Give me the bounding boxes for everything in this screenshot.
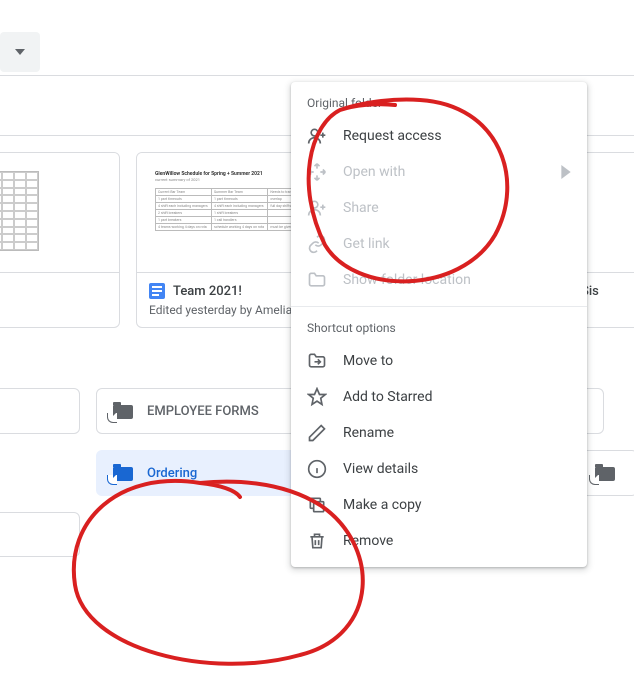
file-thumbnail: [0, 153, 119, 273]
menu-label: Make a copy: [343, 497, 571, 513]
pencil-icon: [307, 423, 327, 443]
menu-label: Show folder location: [343, 272, 571, 288]
file-title: Team 2021!: [173, 284, 242, 299]
folder-label: Ordering: [147, 466, 197, 481]
menu-divider: [291, 306, 587, 307]
menu-label: Request access: [343, 128, 571, 144]
caret-down-icon: [15, 49, 25, 55]
google-doc-icon: [149, 283, 165, 299]
menu-rename[interactable]: Rename: [291, 415, 587, 451]
menu-request-access[interactable]: Request access: [291, 118, 587, 154]
open-with-icon: [307, 162, 327, 182]
menu-label: Add to Starred: [343, 389, 571, 405]
person-add-icon: [307, 126, 327, 146]
menu-get-link: Get link: [291, 226, 587, 262]
copy-icon: [307, 495, 327, 515]
menu-add-starred[interactable]: Add to Starred: [291, 379, 587, 415]
info-icon: [307, 459, 327, 479]
folder-icon: [307, 270, 327, 290]
shortcut-folder-icon: [113, 465, 133, 481]
move-to-icon: [307, 351, 327, 371]
menu-open-with: Open with: [291, 154, 587, 190]
folder-label: EMPLOYEE FORMS: [147, 404, 259, 419]
menu-remove[interactable]: Remove: [291, 523, 587, 559]
menu-label: Get link: [343, 236, 571, 252]
folder-chip[interactable]: ocuments: [0, 512, 80, 557]
menu-move-to[interactable]: Move to: [291, 343, 587, 379]
menu-label: Move to: [343, 353, 571, 369]
menu-section-header: Original folder: [291, 90, 587, 118]
file-subtitle: Cindy Ra...: [0, 302, 107, 316]
link-icon: [307, 234, 327, 254]
share-icon: [307, 198, 327, 218]
menu-label: Rename: [343, 425, 571, 441]
menu-label: View details: [343, 461, 571, 477]
context-menu: Original folder Request access Open with…: [291, 82, 587, 567]
shortcut-folder-icon: [595, 465, 615, 481]
toolbar-dropdown-button[interactable]: [0, 32, 40, 72]
folder-chip[interactable]: d: [0, 388, 80, 434]
menu-section-header: Shortcut options: [291, 315, 587, 343]
star-icon: [307, 387, 327, 407]
chevron-right-icon: [561, 165, 571, 179]
menu-label: Open with: [343, 164, 545, 180]
menu-share: Share: [291, 190, 587, 226]
menu-view-details[interactable]: View details: [291, 451, 587, 487]
file-card[interactable]: Tracker Cindy Ra...: [0, 152, 120, 328]
shortcut-folder-icon: [113, 403, 133, 419]
trash-icon: [307, 531, 327, 551]
menu-label: Share: [343, 200, 571, 216]
menu-show-location: Show folder location: [291, 262, 587, 298]
menu-make-copy[interactable]: Make a copy: [291, 487, 587, 523]
menu-label: Remove: [343, 533, 571, 549]
